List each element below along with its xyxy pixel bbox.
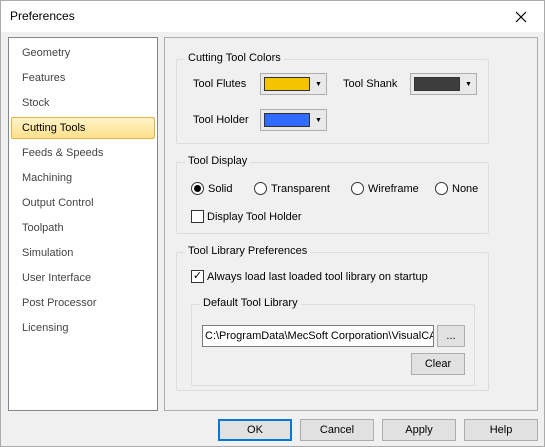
tool-library-path-input[interactable]: C:\ProgramData\MecSoft Corporation\Visua…: [202, 325, 434, 347]
radio-label: Solid: [208, 182, 233, 195]
cancel-button[interactable]: Cancel: [300, 419, 374, 441]
flutes-swatch: [264, 77, 310, 91]
checkbox-box: [191, 210, 204, 223]
display-tool-holder-checkbox[interactable]: Display Tool Holder: [191, 210, 302, 223]
radio-none[interactable]: None: [435, 182, 478, 195]
shank-swatch: [414, 77, 460, 91]
radio-indicator: [254, 182, 267, 195]
radio-label: Wireframe: [368, 182, 419, 195]
always-load-checkbox[interactable]: ✓ Always load last loaded tool library o…: [191, 270, 428, 283]
checkbox-label: Display Tool Holder: [207, 210, 302, 223]
group-title-display: Tool Display: [185, 155, 251, 167]
title-bar: Preferences: [1, 1, 544, 32]
radio-solid[interactable]: Solid: [191, 182, 232, 195]
apply-button[interactable]: Apply: [382, 419, 456, 441]
tool-library-preferences-group: Tool Library Preferences ✓ Always load l…: [176, 245, 489, 391]
nav-item-machining[interactable]: Machining: [11, 167, 155, 189]
tool-holder-label: Tool Holder: [193, 114, 249, 126]
nav-item-simulation[interactable]: Simulation: [11, 242, 155, 264]
clear-button[interactable]: Clear: [411, 353, 465, 375]
holder-swatch: [264, 113, 310, 127]
tool-shank-label: Tool Shank: [343, 78, 398, 90]
category-list: Geometry Features Stock Cutting Tools Fe…: [8, 37, 158, 411]
radio-transparent[interactable]: Transparent: [254, 182, 330, 195]
browse-button[interactable]: ...: [437, 325, 465, 347]
tool-holder-color-picker[interactable]: ▼: [260, 109, 327, 131]
radio-indicator: [435, 182, 448, 195]
radio-indicator: [351, 182, 364, 195]
close-icon: [515, 11, 527, 22]
radio-label: None: [452, 182, 479, 195]
nav-item-stock[interactable]: Stock: [11, 92, 155, 114]
radio-label: Transparent: [271, 182, 330, 195]
radio-wireframe[interactable]: Wireframe: [351, 182, 419, 195]
group-title-library: Tool Library Preferences: [185, 245, 311, 257]
nav-item-geometry[interactable]: Geometry: [11, 42, 155, 64]
chevron-down-icon: ▼: [465, 80, 472, 88]
tool-shank-color-picker[interactable]: ▼: [410, 73, 477, 95]
ok-button[interactable]: OK: [218, 419, 292, 441]
tool-display-group: Tool Display Solid Transparent Wireframe…: [176, 155, 489, 234]
nav-item-output-control[interactable]: Output Control: [11, 192, 155, 214]
checkbox-label: Always load last loaded tool library on …: [207, 270, 428, 283]
cutting-tool-colors-group: Cutting Tool Colors Tool Flutes ▼ Tool S…: [176, 52, 489, 144]
nav-item-cutting-tools[interactable]: Cutting Tools: [11, 117, 155, 139]
close-button[interactable]: [498, 1, 544, 32]
chevron-down-icon: ▼: [315, 116, 322, 124]
window-title: Preferences: [10, 9, 75, 23]
nav-item-features[interactable]: Features: [11, 67, 155, 89]
radio-indicator: [191, 182, 204, 195]
default-tool-library-group: Default Tool Library C:\ProgramData\MecS…: [191, 297, 475, 386]
tool-flutes-label: Tool Flutes: [193, 78, 247, 90]
help-button[interactable]: Help: [464, 419, 538, 441]
settings-panel: Cutting Tool Colors Tool Flutes ▼ Tool S…: [164, 37, 538, 411]
nav-item-toolpath[interactable]: Toolpath: [11, 217, 155, 239]
nav-item-licensing[interactable]: Licensing: [11, 317, 155, 339]
tool-flutes-color-picker[interactable]: ▼: [260, 73, 327, 95]
nav-item-feeds-speeds[interactable]: Feeds & Speeds: [11, 142, 155, 164]
group-title-default-library: Default Tool Library: [200, 297, 301, 309]
preferences-dialog: Preferences Geometry Features Stock Cutt…: [0, 0, 545, 447]
checkbox-box: ✓: [191, 270, 204, 283]
group-title-colors: Cutting Tool Colors: [185, 52, 284, 64]
chevron-down-icon: ▼: [315, 80, 322, 88]
nav-item-user-interface[interactable]: User Interface: [11, 267, 155, 289]
nav-item-post-processor[interactable]: Post Processor: [11, 292, 155, 314]
